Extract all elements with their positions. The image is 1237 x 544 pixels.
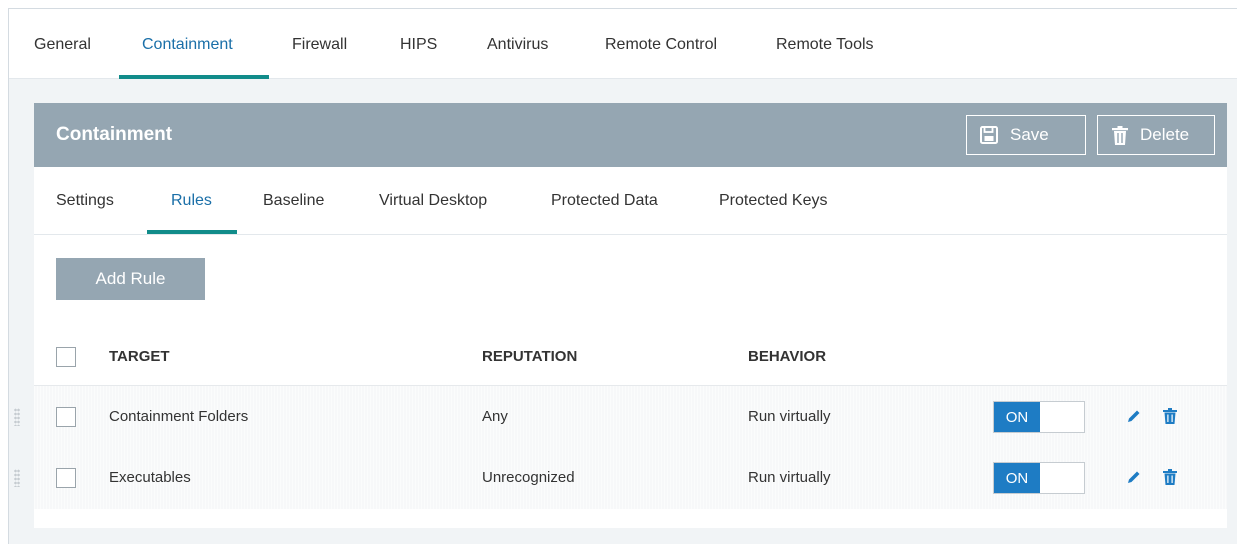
- tab-remote-tools[interactable]: Remote Tools: [776, 36, 874, 54]
- active-subtab-indicator: [147, 230, 237, 234]
- active-tab-indicator: [119, 75, 269, 79]
- tab-antivirus[interactable]: Antivirus: [487, 36, 548, 54]
- row-behavior: Run virtually: [748, 469, 831, 486]
- delete-label: Delete: [1140, 125, 1190, 144]
- rule-enabled-toggle[interactable]: ON: [993, 462, 1085, 494]
- panel-header: Containment Save Delete: [34, 103, 1227, 167]
- drag-handle-icon[interactable]: [14, 469, 20, 487]
- table-row: Containment Folders Any Run virtually ON: [14, 386, 1227, 448]
- containment-sub-tabs: Settings Rules Baseline Virtual Desktop …: [34, 167, 1227, 235]
- row-reputation: Unrecognized: [482, 469, 575, 486]
- floppy-disk-icon: [980, 126, 998, 144]
- containment-panel: Containment Save Delete Settings Rules B…: [14, 103, 1227, 528]
- tab-hips[interactable]: HIPS: [400, 36, 437, 54]
- delete-button[interactable]: Delete: [1097, 115, 1215, 155]
- select-all-checkbox[interactable]: [56, 347, 76, 367]
- row-target: Containment Folders: [109, 408, 249, 425]
- edit-pencil-icon[interactable]: [1126, 469, 1142, 485]
- drag-handle-icon[interactable]: [14, 408, 20, 426]
- toggle-on-label: ON: [994, 463, 1040, 493]
- toggle-on-label: ON: [994, 402, 1040, 432]
- row-behavior: Run virtually: [748, 408, 831, 425]
- policy-section-tabs: General Containment Firewall HIPS Antivi…: [9, 9, 1237, 79]
- row-checkbox[interactable]: [56, 407, 76, 427]
- edit-pencil-icon[interactable]: [1126, 408, 1142, 424]
- tab-general[interactable]: General: [34, 36, 91, 54]
- delete-trash-icon[interactable]: [1163, 469, 1177, 485]
- column-header-behavior[interactable]: BEHAVIOR: [748, 348, 826, 365]
- row-checkbox[interactable]: [56, 468, 76, 488]
- tab-remote-control[interactable]: Remote Control: [605, 36, 717, 54]
- delete-trash-icon[interactable]: [1163, 408, 1177, 424]
- subtab-protected-keys[interactable]: Protected Keys: [719, 192, 828, 210]
- panel-title: Containment: [56, 124, 173, 145]
- save-button[interactable]: Save: [966, 115, 1086, 155]
- add-rule-button[interactable]: Add Rule: [56, 258, 205, 300]
- subtab-baseline[interactable]: Baseline: [263, 192, 324, 210]
- row-target: Executables: [109, 469, 191, 486]
- policy-editor: General Containment Firewall HIPS Antivi…: [8, 8, 1237, 544]
- subtab-virtual-desktop[interactable]: Virtual Desktop: [379, 192, 487, 210]
- tab-firewall[interactable]: Firewall: [292, 36, 347, 54]
- subtab-protected-data[interactable]: Protected Data: [551, 192, 658, 210]
- column-header-target[interactable]: TARGET: [109, 348, 170, 365]
- table-row: Executables Unrecognized Run virtually O…: [14, 447, 1227, 509]
- trash-icon: [1112, 125, 1128, 145]
- column-header-reputation[interactable]: REPUTATION: [482, 348, 577, 365]
- row-reputation: Any: [482, 408, 508, 425]
- rule-enabled-toggle[interactable]: ON: [993, 401, 1085, 433]
- tab-containment[interactable]: Containment: [142, 36, 233, 54]
- subtab-rules[interactable]: Rules: [171, 192, 212, 210]
- save-label: Save: [1010, 125, 1049, 144]
- subtab-settings[interactable]: Settings: [56, 192, 114, 210]
